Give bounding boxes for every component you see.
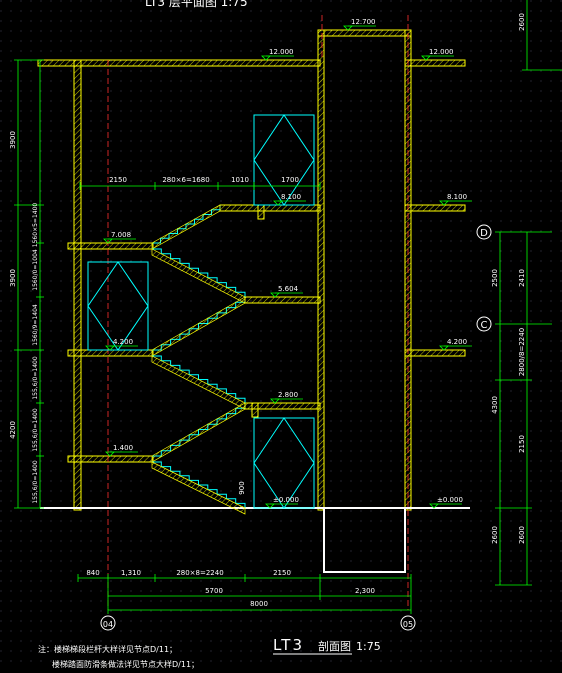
dim-upper-2: 280×6=1680 [162, 176, 209, 184]
svg-text:05: 05 [403, 620, 413, 629]
dim-left-6b: 155,6/0=1400 [32, 460, 39, 503]
dim-bottom-5: 2,300 [355, 587, 375, 595]
dim-right-7: 2600 [518, 526, 526, 544]
floor3-slab [219, 204, 321, 212]
level-label-f3_right: 8.100 [447, 193, 467, 201]
dim-right-1: 2500 [491, 269, 499, 287]
section-drawing: LT3 层平面图 1:75 12.70012.000 12.0008.100 8… [0, 0, 562, 669]
dim-left-5: 155,6/0=1400 [32, 356, 39, 399]
dim-right-3: 4300 [491, 396, 499, 414]
roof-slab-right [404, 59, 466, 67]
dim-left-7: 3900 [9, 269, 17, 287]
dim-left-6: 155,6/0=1400 [32, 408, 39, 451]
note-2: 楼梯踏面防滑条做法详见节点大样D/11； [52, 659, 199, 669]
floor2-slab [67, 349, 154, 357]
level-label-land_2: 2.800 [278, 391, 298, 399]
level-label-roof_left: 12.000 [269, 48, 294, 56]
landing-7008 [67, 242, 154, 250]
title-code: LT3 [273, 636, 304, 654]
level-label-land_5: 5.604 [278, 285, 299, 293]
note-1: 注：楼梯梯段栏杆大样详见节点D/11； [38, 644, 177, 654]
dim-left-8: 4200 [9, 421, 17, 439]
level-label-f2_mid: 4.200 [113, 338, 133, 346]
dim-bottom-6: 5700 [205, 587, 223, 595]
dim-right-4: 2800/8=2240 [518, 328, 526, 376]
svg-text:04: 04 [103, 620, 113, 629]
floor3-slab-right [404, 204, 466, 212]
mid-wall [317, 29, 325, 511]
dim-upper-3: 1010 [231, 176, 249, 184]
level-label-land_7: 7.008 [111, 231, 131, 239]
wall-mark: 900 [238, 481, 246, 494]
level-label-land_1: 1.400 [113, 444, 133, 452]
left-wall [73, 59, 82, 511]
axis-bubble-05: 05 [400, 615, 416, 631]
dim-bottom-2: 1,310 [121, 569, 141, 577]
dim-left-1: 3900 [9, 131, 17, 149]
axis-bubble-c: C [476, 316, 492, 332]
level-label-roof_right: 12.000 [429, 48, 454, 56]
drawing-canvas: LT3 层平面图 1:75 12.700 12.000 12.000 8.100… [0, 0, 562, 669]
axis-bubble-d: D [476, 224, 492, 240]
dim-bottom-4: 2150 [273, 569, 291, 577]
svg-text:C: C [481, 320, 488, 331]
level-label-f2_right: 4.200 [447, 338, 467, 346]
axis-bubble-04: 04 [100, 615, 116, 631]
dim-upper-4: 1700 [281, 176, 299, 184]
dim-right-2: 2410 [518, 269, 526, 287]
level-label-ground_mid: ±0.000 [273, 496, 299, 504]
landing-1400 [67, 455, 154, 463]
dim-bottom-1: 840 [86, 569, 99, 577]
dim-right-5: 2150 [518, 435, 526, 453]
lift-top-slab [317, 29, 412, 37]
dim-left-2: 1560×5=1400 [32, 203, 39, 248]
title-scale: 1:75 [356, 640, 381, 653]
dim-right-6: 2600 [491, 526, 499, 544]
top-cut-title: LT3 层平面图 1:75 [145, 0, 248, 9]
title-suffix: 剖面图 [318, 639, 351, 653]
dim-right-top: 2600 [518, 13, 526, 31]
floor2-slab-right [404, 349, 466, 357]
dim-bottom-7: 8000 [250, 600, 268, 608]
svg-text:D: D [480, 228, 488, 239]
dim-bottom-3: 280×8=2240 [176, 569, 223, 577]
beam-2 [251, 402, 259, 418]
level-label-top_lift: 12.700 [351, 18, 376, 26]
roof-slab [37, 59, 321, 67]
beam-1 [257, 204, 265, 220]
level-label-ground_right: ±0.000 [437, 496, 463, 504]
dim-upper-1: 2150 [109, 176, 127, 184]
landing-5604 [244, 296, 321, 304]
level-label-f3_mid: 8.100 [281, 193, 301, 201]
dim-left-3: 1560/0=1004 [32, 249, 39, 291]
dim-left-4: 1560/9=1404 [32, 304, 39, 346]
